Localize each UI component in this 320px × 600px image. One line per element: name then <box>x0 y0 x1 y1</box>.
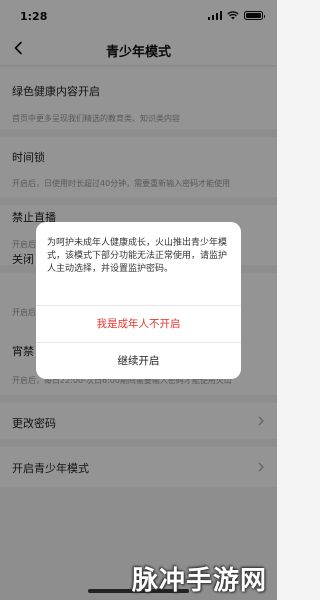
dialog-message: 为呵护未成年人健康成长，火山推出青少年模式，该模式下部分功能无法正常使用，请监护… <box>47 238 228 274</box>
watermark-text: 脉冲手游网 <box>131 566 267 596</box>
refuse-button[interactable]: 我是成年人不开启 <box>36 306 241 342</box>
continue-button[interactable]: 继续开启 <box>36 343 241 379</box>
teen-mode-screen: 1:28 青少年模式 绿色健康内容开启 首页中更多呈现我们精选的教育类、知识类内… <box>0 0 277 600</box>
teen-mode-dialog: 为呵护未成年人健康成长，火山推出青少年模式，该模式下部分功能无法正常使用，请监护… <box>36 222 241 379</box>
